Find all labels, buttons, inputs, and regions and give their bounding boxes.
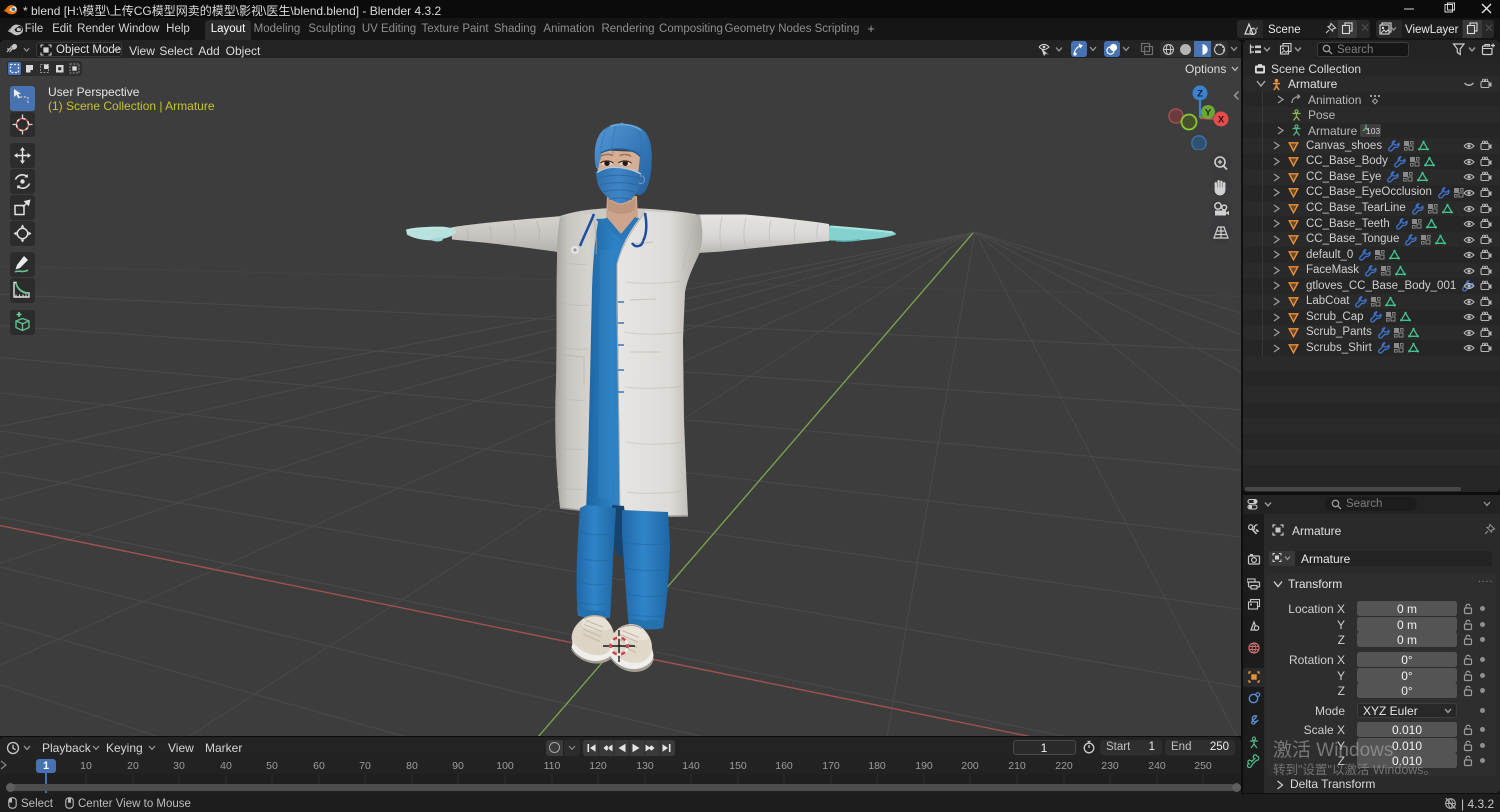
svg-text:Z: Z — [1197, 89, 1203, 100]
svg-text:X: X — [1218, 115, 1225, 126]
svg-text:Y: Y — [1205, 108, 1212, 119]
